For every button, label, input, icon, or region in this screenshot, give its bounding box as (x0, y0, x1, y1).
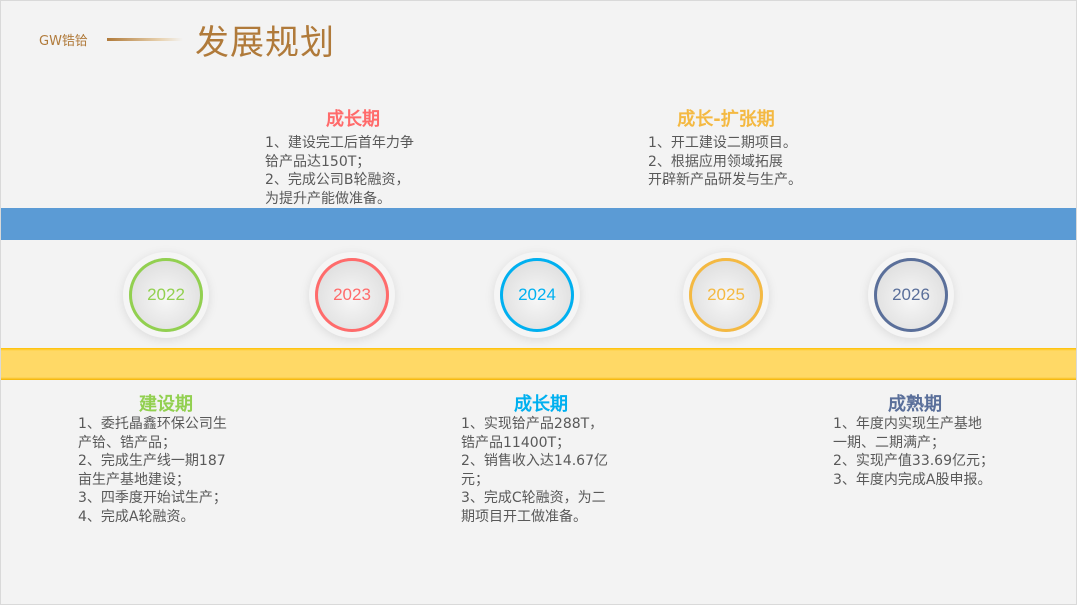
year-label: 2025 (707, 285, 745, 304)
year-circle-2026: 2026 (874, 258, 948, 332)
brand-label: GW锆铪 (39, 34, 88, 49)
desc-line: 一期、二期满产； (833, 434, 945, 451)
desc-line: 2、完成公司B轮融资， (265, 172, 410, 188)
year-circle-2024: 2024 (500, 258, 574, 332)
year-circle-2025: 2025 (689, 258, 763, 332)
phase-desc-2023: 1、建设完工后首年力争 铪产品达150T； 2、完成公司B轮融资， 为提升产能做… (265, 134, 414, 208)
desc-line: 4、完成A轮融资。 (78, 508, 195, 525)
desc-line: 2、销售收入达14.67亿 (461, 453, 608, 469)
desc-line: 铪产品达150T； (265, 153, 371, 170)
desc-line: 1、实现铪产品288T， (461, 416, 604, 432)
phase-title-2026: 成熟期 (888, 394, 942, 415)
year-label: 2026 (892, 285, 930, 304)
desc-line: 3、年度内完成A股申报。 (833, 471, 992, 488)
phase-title-2023: 成长期 (326, 109, 380, 130)
desc-line: 1、委托晶鑫环保公司生 (78, 416, 227, 432)
year-circle-2023: 2023 (315, 258, 389, 332)
desc-line: 元； (461, 471, 489, 488)
phase-title-2022: 建设期 (139, 394, 193, 415)
desc-line: 为提升产能做准备。 (265, 190, 391, 207)
desc-line: 3、完成C轮融资，为二 (461, 490, 606, 506)
desc-line: 1、建设完工后首年力争 (265, 135, 414, 151)
phase-desc-2026: 1、年度内实现生产基地 一期、二期满产； 2、实现产值33.69亿元； 3、年度… (833, 415, 994, 489)
phase-title-2025: 成长-扩张期 (677, 109, 775, 130)
year-label: 2024 (518, 285, 556, 304)
page-title: 发展规划 (195, 23, 335, 63)
slide: GW锆铪 发展规划 2022 2023 2024 2025 2026 成长期 1… (0, 0, 1077, 605)
desc-line: 1、年度内实现生产基地 (833, 416, 982, 432)
timeline-band-top (1, 208, 1076, 240)
year-label: 2023 (333, 285, 371, 304)
desc-line: 亩生产基地建设； (78, 471, 190, 488)
phase-desc-2025: 1、开工建设二期项目。 2、根据应用领域拓展 开辟新产品研发与生产。 (648, 134, 802, 190)
timeline-band-bottom (1, 348, 1076, 380)
phase-title-2024: 成长期 (514, 394, 568, 415)
desc-line: 产铪、锆产品； (78, 434, 176, 451)
desc-line: 2、实现产值33.69亿元； (833, 453, 994, 469)
phase-desc-2022: 1、委托晶鑫环保公司生 产铪、锆产品； 2、完成生产线一期187 亩生产基地建设… (78, 415, 227, 526)
desc-line: 2、完成生产线一期187 (78, 453, 226, 469)
desc-line: 3、四季度开始试生产； (78, 490, 227, 506)
year-label: 2022 (147, 285, 185, 304)
desc-line: 开辟新产品研发与生产。 (648, 172, 802, 188)
year-circle-2022: 2022 (129, 258, 203, 332)
title-divider (107, 38, 183, 41)
phase-desc-2024: 1、实现铪产品288T， 锆产品11400T； 2、销售收入达14.67亿 元；… (461, 415, 608, 526)
desc-line: 期项目开工做准备。 (461, 508, 587, 525)
desc-line: 1、开工建设二期项目。 (648, 135, 797, 151)
desc-line: 2、根据应用领域拓展 (648, 153, 783, 170)
desc-line: 锆产品11400T； (461, 434, 571, 451)
